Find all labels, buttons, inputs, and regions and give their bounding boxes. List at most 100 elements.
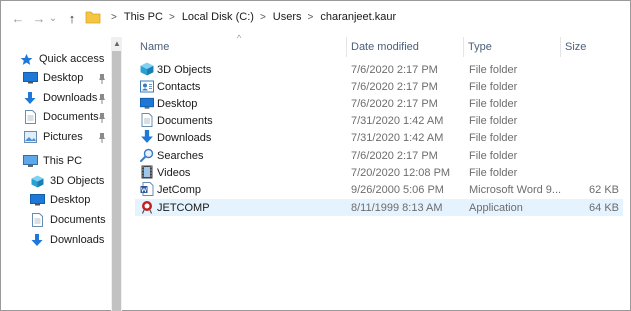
pin-icon: [99, 74, 105, 84]
nav-item-label: Downloads: [50, 234, 105, 246]
file-type: Microsoft Word 9...: [469, 183, 562, 196]
nav-quick-desktop[interactable]: Desktop: [22, 69, 83, 87]
pin-icon: [99, 94, 105, 104]
3d-objects-icon: [140, 62, 154, 76]
pin-icon: [99, 113, 105, 123]
desktop-icon: [29, 193, 45, 207]
file-name: Searches: [157, 149, 204, 162]
breadcrumb-user-folder[interactable]: charanjeet.kaur: [320, 11, 396, 23]
forward-button[interactable]: →: [30, 9, 48, 27]
pin-icon: [99, 133, 105, 143]
navigation-scrollbar[interactable]: ▲: [111, 37, 122, 311]
file-date: 7/6/2020 2:17 PM: [351, 97, 438, 110]
folder-icon: [85, 11, 101, 24]
file-date: 7/6/2020 2:17 PM: [351, 63, 438, 76]
desktop-icon: [140, 97, 154, 109]
download-arrow-icon: [29, 233, 45, 247]
back-arrow-icon: ←: [11, 10, 25, 26]
nav-pc-documents[interactable]: Documents: [29, 211, 106, 229]
file-type: File folder: [469, 63, 518, 76]
nav-pc-downloads[interactable]: Downloads: [29, 231, 104, 249]
file-size: [565, 129, 619, 146]
file-name: Desktop: [157, 97, 198, 110]
file-row[interactable]: JetComp 9/26/2000 5:06 PM Microsoft Word…: [135, 181, 623, 198]
file-row[interactable]: Contacts 7/6/2020 2:17 PM File folder: [135, 78, 623, 95]
computer-icon: [22, 154, 38, 168]
documents-icon: [29, 213, 45, 227]
file-type: File folder: [469, 80, 518, 93]
desktop-icon: [22, 71, 38, 85]
nav-this-pc[interactable]: This PC: [22, 152, 82, 170]
nav-item-label: 3D Objects: [50, 175, 105, 187]
nav-quick-downloads[interactable]: Downloads: [22, 89, 97, 107]
contacts-icon: [140, 80, 154, 93]
file-type: File folder: [469, 149, 518, 162]
file-name: Contacts: [157, 80, 201, 93]
file-date: 7/6/2020 2:17 PM: [351, 149, 438, 162]
chevron-right-icon: >: [307, 11, 314, 23]
breadcrumb: > This PC > Local Disk (C:) > Users > ch…: [105, 11, 396, 23]
breadcrumb-users[interactable]: Users: [273, 11, 302, 23]
column-header-size[interactable]: Size: [561, 37, 623, 57]
nav-item-label: Documents: [50, 214, 106, 226]
file-name: 3D Objects: [157, 63, 212, 76]
documents-icon: [141, 113, 153, 127]
chevron-right-icon: >: [111, 11, 117, 23]
file-name: Documents: [157, 114, 213, 127]
nav-quick-access[interactable]: Quick access: [18, 50, 104, 68]
file-row[interactable]: Desktop 7/6/2020 2:17 PM File folder: [135, 95, 623, 112]
file-type: File folder: [469, 131, 518, 144]
file-date: 7/20/2020 12:08 PM: [351, 166, 451, 179]
file-size: [565, 95, 619, 112]
nav-item-label: Desktop: [43, 72, 84, 84]
column-header-type[interactable]: Type: [464, 37, 560, 57]
nav-quick-documents[interactable]: Documents: [22, 108, 99, 126]
file-name: Videos: [157, 166, 191, 179]
nav-item-label: Downloads: [43, 92, 98, 104]
up-arrow-icon: ↑: [68, 10, 76, 26]
file-date: 7/31/2020 1:42 AM: [351, 131, 444, 144]
file-row-selected[interactable]: JETCOMP 8/11/1999 8:13 AM Application 64…: [135, 199, 623, 216]
file-date: 7/6/2020 2:17 PM: [351, 80, 438, 93]
nav-item-label: Desktop: [50, 194, 91, 206]
nav-quick-pictures[interactable]: Pictures: [22, 128, 83, 146]
forward-arrow-icon: →: [32, 10, 46, 26]
scroll-up-icon[interactable]: ▲: [113, 39, 121, 48]
file-name: Downloads: [157, 131, 212, 144]
nav-quick-access-label: Quick access: [39, 53, 105, 65]
file-row[interactable]: Videos 7/20/2020 12:08 PM File folder: [135, 164, 623, 181]
3d-objects-icon: [29, 174, 45, 188]
column-header-name[interactable]: Name: [136, 37, 346, 57]
scrollbar-thumb[interactable]: [112, 51, 121, 311]
file-date: 9/26/2000 5:06 PM: [351, 183, 444, 196]
file-row[interactable]: 3D Objects 7/6/2020 2:17 PM File folder: [135, 61, 623, 78]
chevron-down-icon: ⌄: [48, 12, 58, 24]
file-type: File folder: [469, 166, 518, 179]
up-button[interactable]: ↑: [63, 9, 81, 27]
file-row[interactable]: Documents 7/31/2020 1:42 AM File folder: [135, 112, 623, 129]
file-type: Application: [469, 201, 523, 214]
application-icon: [141, 201, 153, 214]
file-date: 7/31/2020 1:42 AM: [351, 114, 444, 127]
back-button[interactable]: ←: [9, 9, 27, 27]
file-size: [565, 61, 619, 78]
breadcrumb-this-pc[interactable]: This PC: [124, 11, 163, 23]
word-document-icon: [140, 182, 154, 196]
nav-pc-3d-objects[interactable]: 3D Objects: [29, 172, 104, 190]
nav-item-label: Documents: [43, 111, 99, 123]
file-size: [565, 78, 619, 95]
file-size: [565, 147, 619, 164]
explorer-window: ← → ⌄ ↑ > This PC > Local Disk (C:) > Us…: [0, 0, 631, 311]
file-row[interactable]: Downloads 7/31/2020 1:42 AM File folder: [135, 129, 623, 146]
file-size: 62 KB: [589, 183, 619, 196]
search-icon: [140, 148, 154, 162]
videos-icon: [141, 165, 153, 179]
file-size: 64 KB: [589, 201, 619, 214]
nav-pc-desktop[interactable]: Desktop: [29, 191, 90, 209]
download-arrow-icon: [22, 91, 38, 105]
breadcrumb-local-disk[interactable]: Local Disk (C:): [182, 11, 254, 23]
column-header-date[interactable]: Date modified: [347, 37, 463, 57]
file-row[interactable]: Searches 7/6/2020 2:17 PM File folder: [135, 147, 623, 164]
file-type: File folder: [469, 97, 518, 110]
recent-locations-button[interactable]: ⌄: [47, 9, 59, 27]
